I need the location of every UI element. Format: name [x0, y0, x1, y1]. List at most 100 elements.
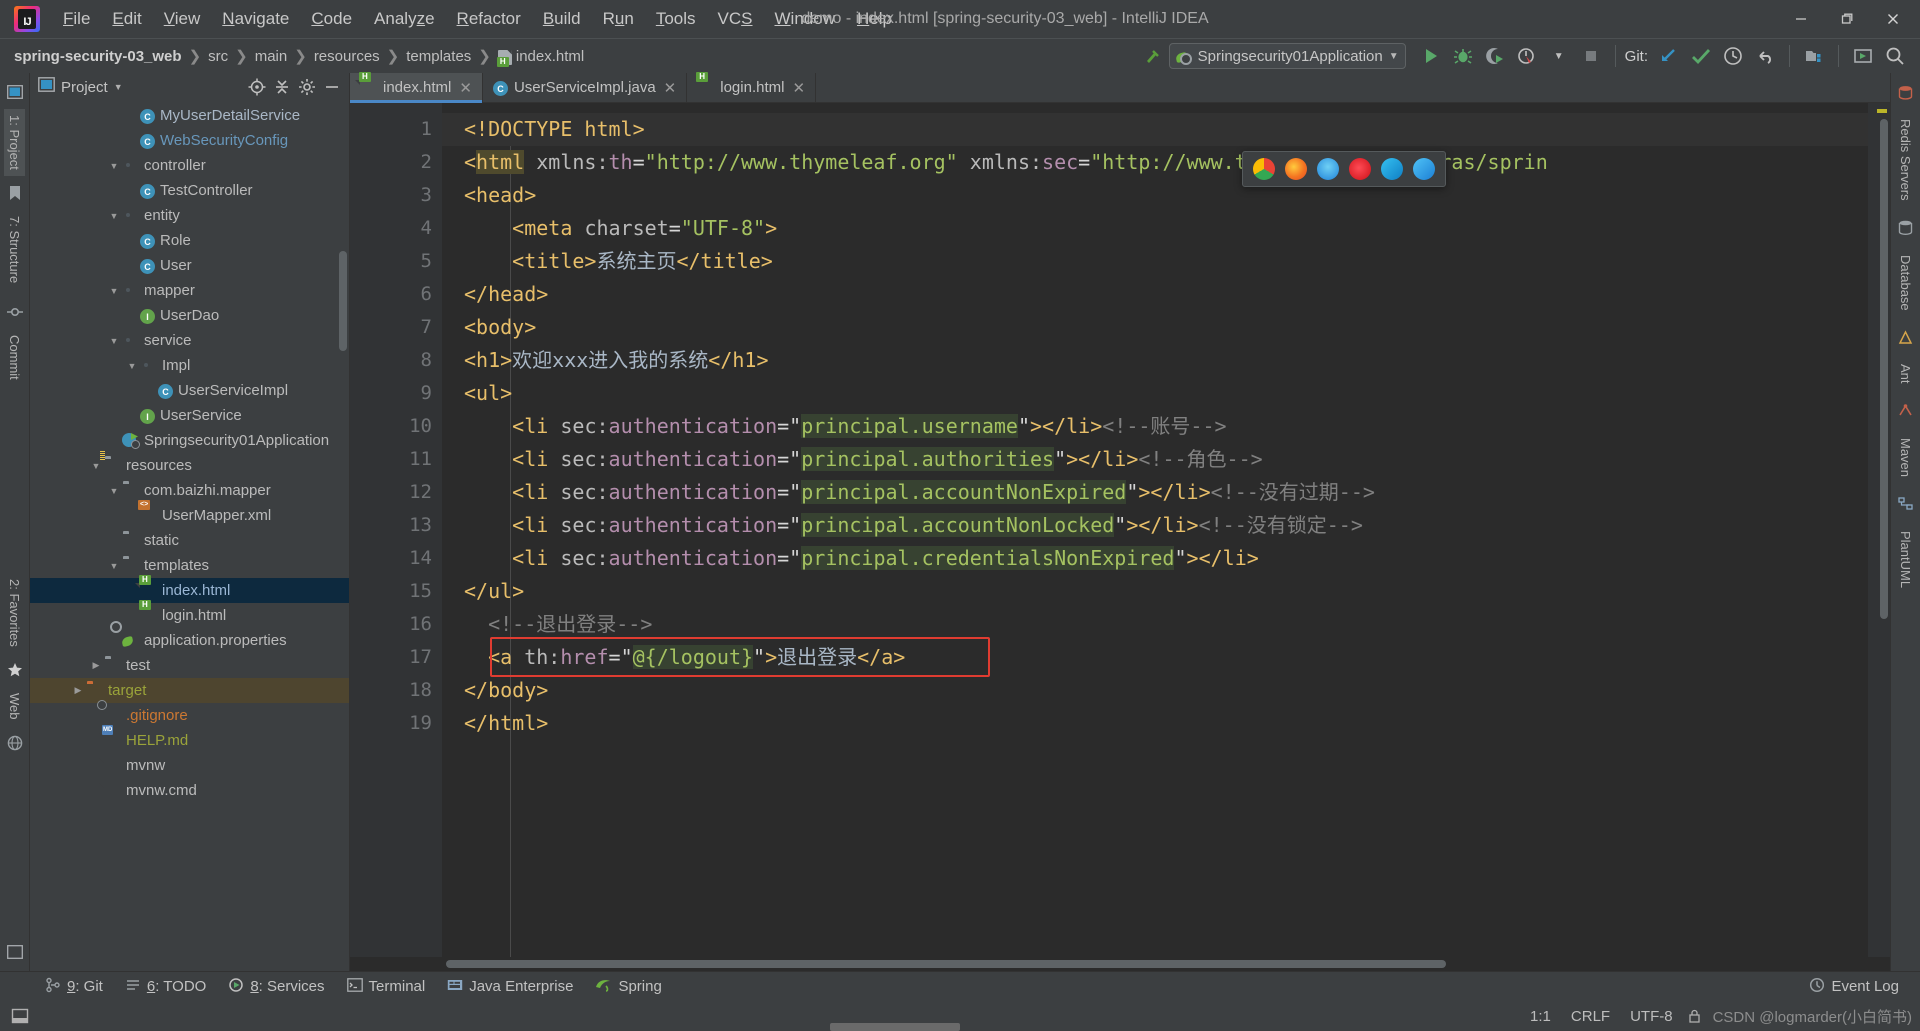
edge-icon[interactable]	[1381, 158, 1403, 180]
tree-item-user[interactable]: C User	[30, 253, 349, 278]
project-tree[interactable]: C MyUserDetailService C WebSecurityConfig ▼ c…	[30, 101, 349, 971]
right-strip-tab-maven[interactable]: Maven	[1895, 432, 1916, 483]
left-strip-tab-7--structure[interactable]: 7: Structure	[4, 210, 25, 289]
hide-icon[interactable]	[321, 76, 343, 98]
breadcrumb-item-index-html[interactable]: index.html	[496, 48, 584, 67]
code-line-17[interactable]: <a th:href="@{/logout}">退出登录</a>	[442, 641, 1868, 674]
search-everywhere-icon[interactable]	[1880, 42, 1910, 70]
run-anything-icon[interactable]	[1848, 42, 1878, 70]
editor-tab-userserviceimpl-java[interactable]: C UserServiceImpl.java ✕	[483, 73, 688, 102]
breadcrumb-item-resources[interactable]: resources	[314, 48, 380, 65]
open-in-browser-popup[interactable]	[1242, 151, 1446, 187]
ie-icon[interactable]	[1413, 158, 1435, 180]
code-line-3[interactable]: <head>	[442, 179, 1868, 212]
tree-item-testcontroller[interactable]: C TestController	[30, 178, 349, 203]
bottom-bar-event-log[interactable]: Event Log	[1800, 974, 1908, 1000]
code-line-18[interactable]: </body>	[442, 674, 1868, 707]
menu-run[interactable]: Run	[592, 6, 645, 32]
right-strip-icon-plantuml[interactable]	[1895, 493, 1917, 515]
code-content[interactable]: <!DOCTYPE html> <html xmlns:th="http://ww…	[442, 103, 1868, 957]
tree-item-mvnw-cmd[interactable]: mvnw.cmd	[30, 778, 349, 803]
bookmarks-icon[interactable]	[4, 182, 26, 204]
code-line-5[interactable]: <title>系统主页</title>	[442, 245, 1868, 278]
code-line-8[interactable]: <h1>欢迎xxx进入我的系统</h1>	[442, 344, 1868, 377]
tree-item-mapper[interactable]: ▼ mapper	[30, 278, 349, 303]
maximize-button[interactable]	[1824, 0, 1870, 38]
close-button[interactable]	[1870, 0, 1916, 38]
tree-item-static[interactable]: static	[30, 528, 349, 553]
tree-item-resources[interactable]: ▼ resources	[30, 453, 349, 478]
lock-icon[interactable]	[1683, 1004, 1707, 1028]
opera-icon[interactable]	[1349, 158, 1371, 180]
terminal-strip-icon[interactable]	[4, 941, 26, 963]
show-tool-windows-icon[interactable]	[8, 1004, 32, 1028]
commit-icon[interactable]	[1686, 42, 1716, 70]
code-line-1[interactable]: <!DOCTYPE html>	[442, 113, 1868, 146]
favorites-star-icon[interactable]	[4, 659, 26, 681]
bottom-bar-java-enterprise[interactable]: Java Enterprise	[438, 975, 582, 999]
tree-item-mvnw[interactable]: mvnw	[30, 753, 349, 778]
editor-markers-column[interactable]	[1868, 103, 1890, 957]
right-strip-tab-database[interactable]: Database	[1895, 249, 1916, 317]
chevron-down-icon[interactable]: ▼	[106, 286, 122, 296]
tree-item-entity[interactable]: ▼ entity	[30, 203, 349, 228]
safari-icon[interactable]	[1317, 158, 1339, 180]
caret-position[interactable]: 1:1	[1520, 1005, 1561, 1028]
bottom-bar-terminal[interactable]: Terminal	[338, 975, 435, 999]
close-icon[interactable]: ✕	[664, 79, 677, 97]
breadcrumb-item-main[interactable]: main	[255, 48, 288, 65]
run-configuration-selector[interactable]: Springsecurity01Application ▼	[1168, 43, 1406, 69]
run-icon[interactable]	[1416, 42, 1446, 70]
close-icon[interactable]: ✕	[459, 79, 472, 97]
chevron-down-icon[interactable]: ▼	[106, 211, 122, 221]
code-line-7[interactable]: <body>	[442, 311, 1868, 344]
tree-item-usermapper-xml[interactable]: UserMapper.xml	[30, 503, 349, 528]
right-strip-icon-database[interactable]	[1895, 217, 1917, 239]
tree-item-index-html[interactable]: index.html	[30, 578, 349, 603]
commit-strip-icon[interactable]	[4, 301, 26, 323]
history-icon[interactable]	[1718, 42, 1748, 70]
chevron-right-icon[interactable]: ▶	[70, 685, 86, 696]
editor-gutter[interactable]: 1 2 3 4 5 6 7 8 9 10 11 12 13 14 15 16 17 18 19	[350, 103, 454, 957]
breadcrumb-item-templates[interactable]: templates	[406, 48, 471, 65]
right-strip-tab-redis-servers[interactable]: Redis Servers	[1895, 113, 1916, 207]
menu-window[interactable]: Window	[764, 6, 846, 32]
profiler-icon[interactable]	[1512, 42, 1542, 70]
debug-icon[interactable]	[1448, 42, 1478, 70]
menu-tools[interactable]: Tools	[645, 6, 707, 32]
code-line-10[interactable]: <li sec:authentication="principal.userna…	[442, 410, 1868, 443]
tree-item-target[interactable]: ▶ target	[30, 678, 349, 703]
editor-horizontal-scrollbar[interactable]	[446, 960, 1446, 968]
run-coverage-icon[interactable]	[1480, 42, 1510, 70]
collapse-all-icon[interactable]	[271, 76, 293, 98]
tree-item-application-properties[interactable]: application.properties	[30, 628, 349, 653]
chevron-down-icon[interactable]: ▼	[106, 486, 122, 496]
breadcrumb-item-spring-security-03-web[interactable]: spring-security-03_web	[14, 48, 182, 65]
project-structure-icon[interactable]	[1799, 42, 1829, 70]
tree-item-login-html[interactable]: login.html	[30, 603, 349, 628]
editor-vertical-scrollbar[interactable]	[1880, 119, 1888, 619]
tree-item-userservice[interactable]: I UserService	[30, 403, 349, 428]
code-line-15[interactable]: </ul>	[442, 575, 1868, 608]
menu-refactor[interactable]: Refactor	[446, 6, 532, 32]
tree-item-springsecurity01application[interactable]: Springsecurity01Application	[30, 428, 349, 453]
tree-item-help-md[interactable]: HELP.md	[30, 728, 349, 753]
menu-vcs[interactable]: VCS	[707, 6, 764, 32]
tree-item-role[interactable]: C Role	[30, 228, 349, 253]
breadcrumb-item-src[interactable]: src	[208, 48, 228, 65]
editor-tab-login-html[interactable]: login.html ✕	[687, 73, 817, 102]
menu-code[interactable]: Code	[300, 6, 363, 32]
rollback-icon[interactable]	[1750, 42, 1780, 70]
right-strip-tab-ant[interactable]: Ant	[1895, 358, 1916, 390]
code-line-12[interactable]: <li sec:authentication="principal.accoun…	[442, 476, 1868, 509]
line-separator[interactable]: CRLF	[1561, 1005, 1620, 1028]
menu-view[interactable]: View	[153, 6, 212, 32]
code-line-11[interactable]: <li sec:authentication="principal.author…	[442, 443, 1868, 476]
tree-item-com-baizhi-mapper[interactable]: ▼ com.baizhi.mapper	[30, 478, 349, 503]
code-line-9[interactable]: <ul>	[442, 377, 1868, 410]
tree-item-userdao[interactable]: I UserDao	[30, 303, 349, 328]
tree-item-templates[interactable]: ▼ templates	[30, 553, 349, 578]
left-strip-tab-1--project[interactable]: 1: Project	[4, 109, 25, 176]
menu-help[interactable]: Help	[846, 6, 903, 32]
bottom-bar-8--services[interactable]: 8: Services	[219, 974, 333, 1000]
